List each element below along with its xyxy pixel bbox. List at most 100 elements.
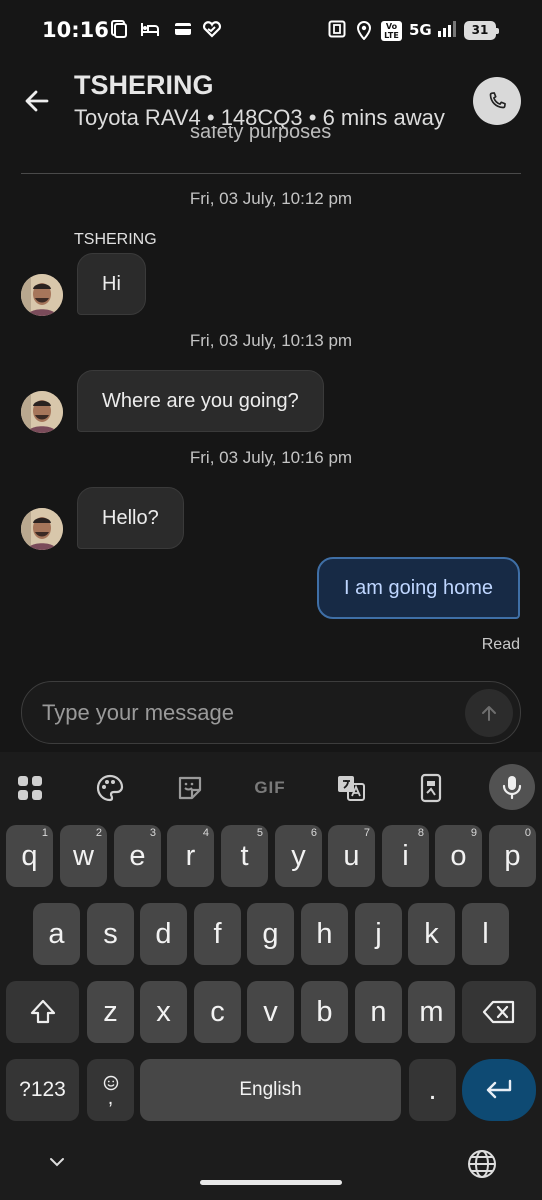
key-v[interactable]: v — [247, 981, 294, 1043]
key-r[interactable]: r4 — [167, 825, 214, 887]
outgoing-message: I am going home — [317, 557, 520, 619]
key-u-hint: 7 — [363, 827, 370, 839]
sticker-button[interactable] — [168, 766, 212, 810]
clipped-previous-text: safety purposes — [190, 126, 331, 143]
timestamp: Fri, 03 July, 10:13 pm — [189, 331, 353, 350]
globe-icon[interactable] — [466, 1148, 498, 1180]
emoji-key[interactable]: , — [87, 1059, 134, 1121]
microphone-icon — [502, 776, 522, 800]
key-l[interactable]: l — [462, 903, 509, 965]
period-key[interactable]: . — [409, 1059, 456, 1121]
symbols-key[interactable]: ?123 — [6, 1059, 79, 1121]
avatar — [21, 274, 63, 316]
message-input[interactable] — [42, 682, 462, 743]
incoming-message: Where are you going? — [77, 370, 324, 432]
key-q[interactable]: q1 — [6, 825, 53, 887]
battery-icon: 31 — [464, 21, 499, 40]
shift-icon — [30, 999, 55, 1024]
key-m[interactable]: m — [408, 981, 455, 1043]
key-q-hint: 1 — [41, 827, 48, 839]
apps-grid-button[interactable] — [8, 766, 52, 810]
screenshot-icon — [111, 20, 127, 38]
key-y[interactable]: y6 — [275, 825, 322, 887]
avatar-face — [21, 391, 63, 433]
key-p-hint: 0 — [524, 827, 531, 839]
chat-header: TSHERING Toyota RAV4 • 148CQ3 • 6 mins a… — [0, 62, 542, 174]
back-button[interactable] — [22, 86, 52, 116]
clipped-text-label: safety purposes — [190, 126, 332, 143]
key-t-label: t — [240, 839, 249, 872]
key-s[interactable]: s — [87, 903, 134, 965]
key-t[interactable]: t5 — [221, 825, 268, 887]
key-n[interactable]: n — [355, 981, 402, 1043]
key-w-hint: 2 — [95, 827, 102, 839]
call-button[interactable] — [473, 77, 521, 125]
key-r-hint: 4 — [202, 827, 209, 839]
gif-button[interactable]: GIF — [248, 766, 292, 810]
grid-icon — [18, 776, 42, 800]
read-receipt: Read — [481, 636, 520, 653]
backspace-icon — [482, 1000, 515, 1024]
enter-icon — [486, 1079, 512, 1099]
avatar — [21, 508, 63, 550]
location-icon — [356, 21, 372, 40]
key-w[interactable]: w2 — [60, 825, 107, 887]
key-y-hint: 6 — [310, 827, 317, 839]
key-f[interactable]: f — [194, 903, 241, 965]
wallet-icon — [175, 23, 191, 35]
avatar — [21, 391, 63, 433]
enter-key[interactable] — [462, 1059, 536, 1121]
comma-label: , — [107, 1087, 114, 1109]
sticker-icon — [178, 776, 202, 800]
key-p-label: p — [504, 839, 521, 872]
key-o[interactable]: o9 — [435, 825, 482, 887]
hide-keyboard-icon[interactable] — [47, 1152, 67, 1172]
key-u-label: u — [343, 839, 360, 872]
key-z[interactable]: z — [87, 981, 134, 1043]
timestamp: Fri, 03 July, 10:16 pm — [189, 448, 353, 467]
key-b[interactable]: b — [301, 981, 348, 1043]
arrow-up-icon — [482, 706, 496, 721]
translate-button[interactable] — [329, 766, 373, 810]
hotel-icon — [141, 23, 159, 36]
key-x[interactable]: x — [140, 981, 187, 1043]
key-i-label: i — [402, 839, 409, 872]
key-t-hint: 5 — [256, 827, 263, 839]
header-divider — [21, 173, 521, 174]
phone-clipboard-icon — [420, 773, 442, 803]
space-key[interactable]: English — [140, 1059, 401, 1121]
avatar-face — [21, 274, 63, 316]
key-h[interactable]: h — [301, 903, 348, 965]
theme-button[interactable] — [88, 766, 132, 810]
status-time: 10:16 — [42, 18, 109, 42]
phone-icon — [489, 92, 506, 109]
voice-input-button[interactable] — [489, 764, 535, 810]
home-indicator[interactable] — [200, 1180, 342, 1185]
clipboard-button[interactable] — [409, 766, 453, 810]
nfc-icon — [328, 20, 346, 38]
shift-key[interactable] — [6, 981, 79, 1043]
key-d[interactable]: d — [140, 903, 187, 965]
key-j[interactable]: j — [355, 903, 402, 965]
send-button[interactable] — [465, 689, 513, 737]
key-c[interactable]: c — [194, 981, 241, 1043]
palette-icon — [96, 774, 124, 802]
key-k[interactable]: k — [408, 903, 455, 965]
key-g[interactable]: g — [247, 903, 294, 965]
network-type: 5G — [409, 21, 432, 39]
key-e[interactable]: e3 — [114, 825, 161, 887]
key-y-label: y — [291, 839, 306, 872]
key-a[interactable]: a — [33, 903, 80, 965]
signal-icon — [438, 21, 456, 37]
status-bar: 10:16 Vo LTE 5G 31 — [0, 0, 542, 62]
incoming-message: Hi — [77, 253, 146, 315]
backspace-key[interactable] — [462, 981, 536, 1043]
key-o-label: o — [450, 839, 467, 872]
keyboard: GIF — [0, 752, 542, 1200]
driver-name: TSHERING — [74, 70, 214, 100]
incoming-message: Hello? — [77, 487, 184, 549]
key-e-hint: 3 — [149, 827, 156, 839]
key-u[interactable]: u7 — [328, 825, 375, 887]
key-i[interactable]: i8 — [382, 825, 429, 887]
key-p[interactable]: p0 — [489, 825, 536, 887]
